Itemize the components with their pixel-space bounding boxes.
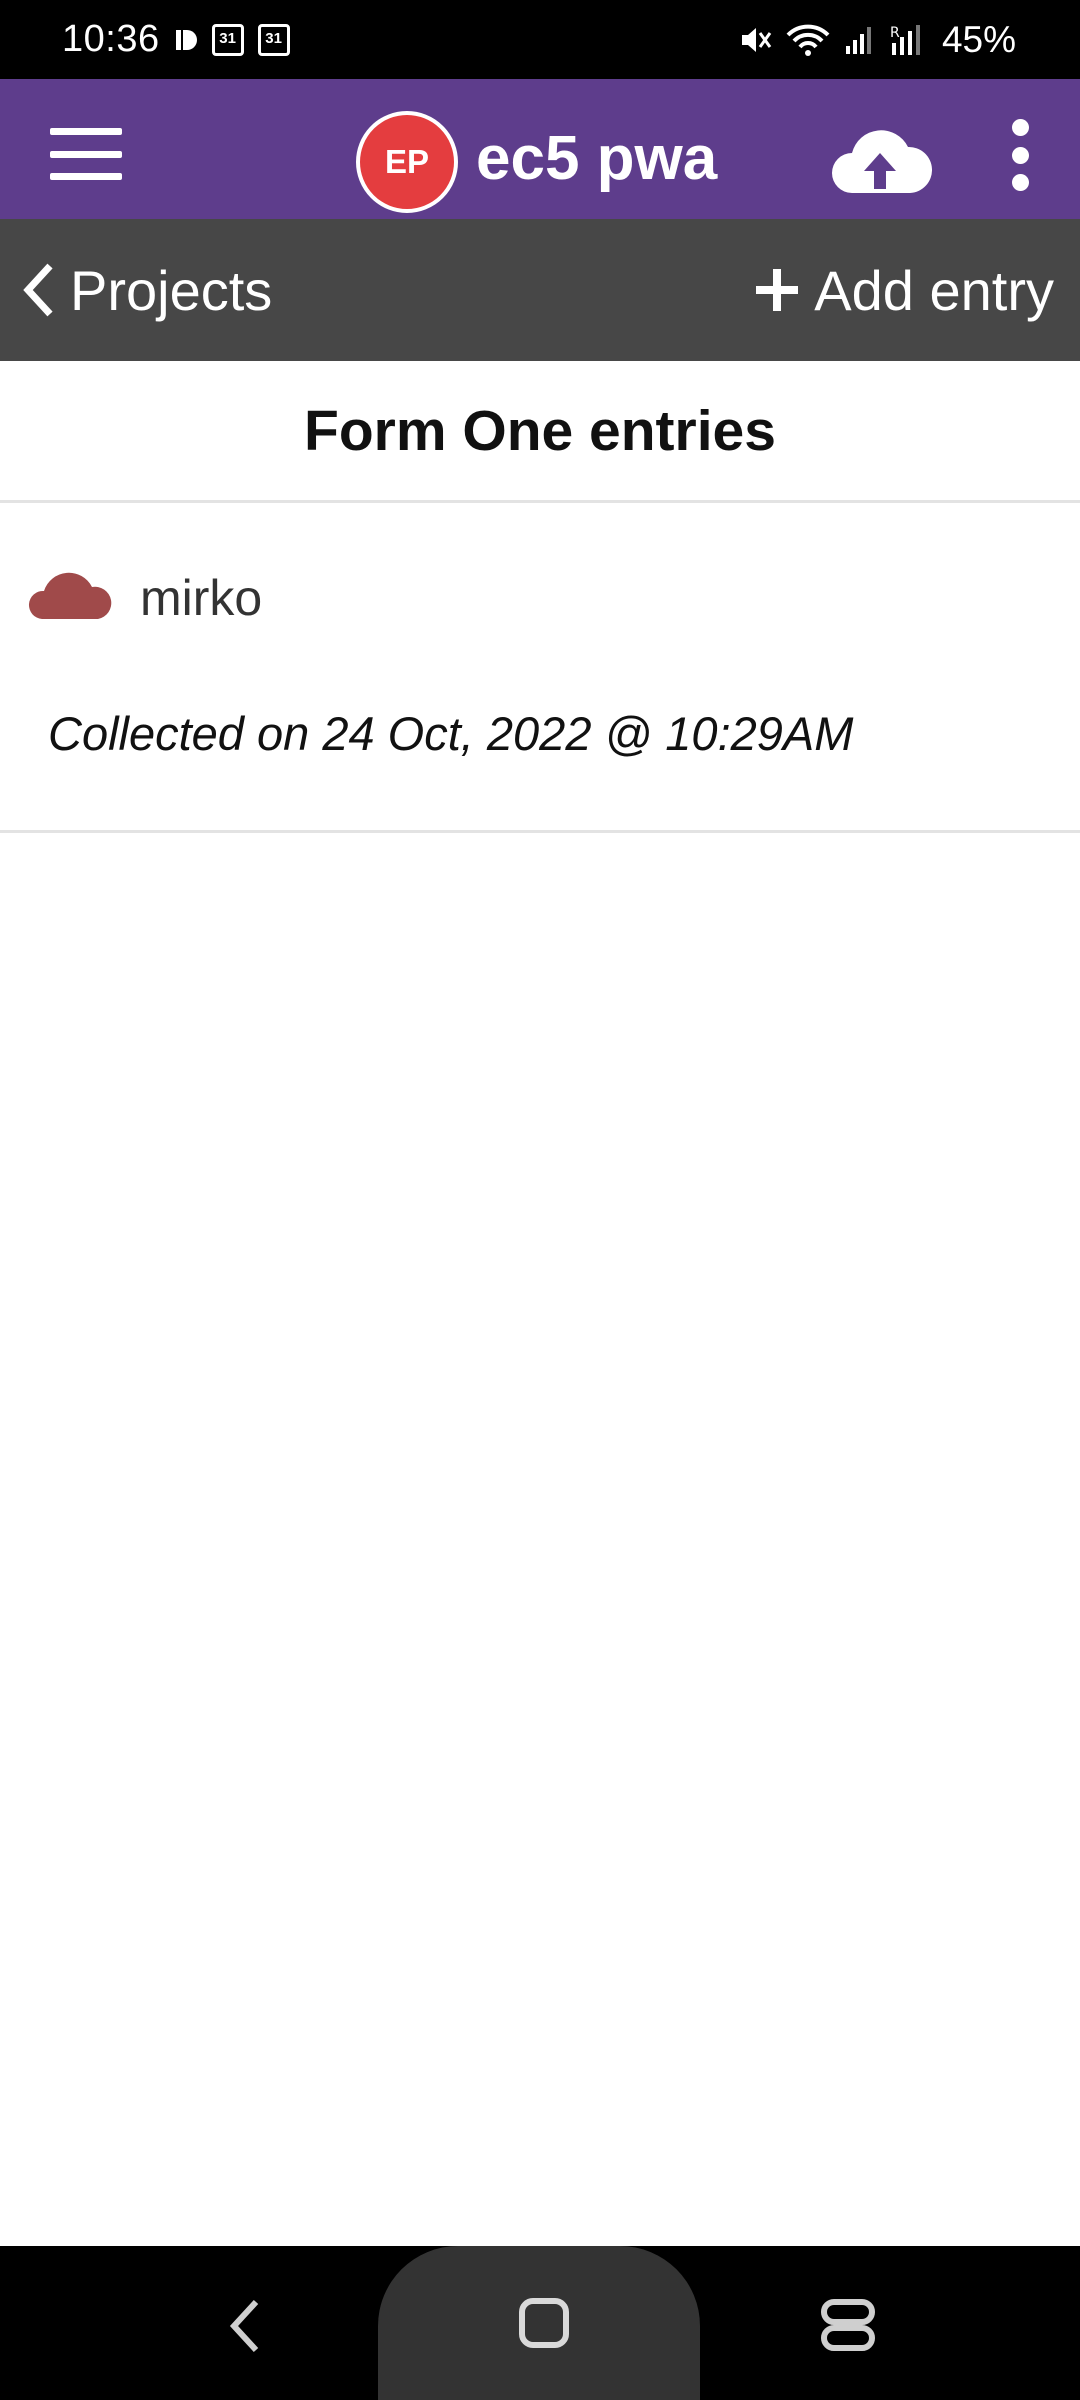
- app-title: ec5 pwa: [476, 124, 718, 193]
- dot-icon: [1011, 146, 1029, 164]
- dot-icon: [1011, 119, 1029, 136]
- entry-collected-date: Collected on 24 Oct, 2022 @ 10:29AM: [48, 707, 854, 760]
- signal-roaming-icon: R: [890, 24, 920, 55]
- chevron-left-icon: [23, 263, 53, 317]
- menu-icon: [50, 150, 122, 158]
- sub-nav: Projects Add entry: [0, 219, 1080, 361]
- nav-recents-icon[interactable]: [820, 2298, 876, 2352]
- more-options-button[interactable]: [1000, 119, 1040, 191]
- svg-text:R: R: [890, 25, 900, 41]
- calendar-icon: 31: [257, 23, 290, 56]
- add-entry-label: Add entry: [814, 258, 1054, 322]
- mute-icon: [741, 27, 772, 52]
- home-icon: [519, 2298, 569, 2348]
- system-nav-bar: [0, 2246, 1080, 2400]
- menu-button[interactable]: [50, 128, 122, 180]
- wifi-icon: [786, 24, 830, 56]
- status-bar: 10:36 31 31 R 45%: [0, 0, 1080, 79]
- add-entry-button[interactable]: Add entry: [754, 219, 1054, 361]
- signal-icon: [845, 26, 871, 54]
- dot-icon: [1011, 174, 1029, 191]
- app-logo: EP: [356, 111, 458, 213]
- back-to-projects-button[interactable]: Projects: [22, 219, 272, 361]
- list-item[interactable]: mirko Collected on 24 Oct, 2022 @ 10:29A…: [0, 503, 1080, 833]
- app-bar: EP ec5 pwa: [0, 79, 1080, 219]
- nav-back-icon[interactable]: [222, 2296, 266, 2356]
- status-right: R 45%: [738, 19, 1016, 61]
- cloud-upload-button[interactable]: [828, 123, 932, 203]
- nav-home-button[interactable]: [378, 2246, 700, 2400]
- status-time: 10:36: [62, 18, 160, 60]
- plus-icon: [756, 269, 799, 311]
- page-title: Form One entries: [0, 361, 1080, 503]
- screen: 10:36 31 31 R 45% EP ec5 pwa Projects Ad…: [0, 0, 1080, 2400]
- battery-level: 45%: [941, 18, 1016, 60]
- menu-icon: [50, 173, 122, 180]
- entry-title: mirko: [140, 570, 263, 626]
- status-left: 10:36 31 31: [62, 18, 290, 61]
- back-label: Projects: [70, 258, 273, 322]
- calendar-icon: 31: [211, 23, 244, 56]
- menu-icon: [50, 128, 122, 135]
- app-notification-icon: [175, 29, 197, 50]
- cloud-icon: [28, 572, 112, 619]
